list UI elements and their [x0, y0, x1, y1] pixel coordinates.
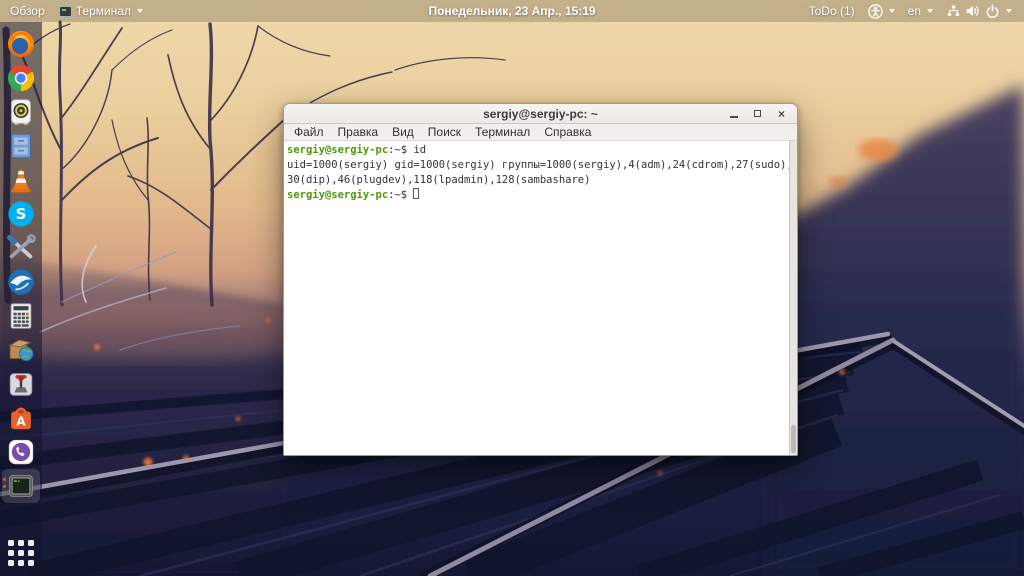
terminal-icon [9, 475, 33, 497]
dock-item-package-manager[interactable] [2, 333, 40, 367]
calculator-icon [10, 303, 32, 329]
clock[interactable]: Понедельник, 23 Апр., 15:19 [428, 0, 595, 22]
window-menubar: Файл Правка Вид Поиск Терминал Справка [284, 124, 797, 141]
dock-item-terminal[interactable] [2, 469, 40, 503]
terminal-content[interactable]: sergiy@sergiy-pc:~$ id uid=1000(sergiy) … [284, 141, 789, 455]
terminal-line: uid=1000(sergiy) gid=1000(sergiy) группы… [287, 159, 789, 171]
dock-item-files[interactable] [2, 129, 40, 163]
thunderbird-icon [8, 269, 34, 295]
menu-search[interactable]: Поиск [421, 125, 468, 139]
dock-item-vlc[interactable] [2, 163, 40, 197]
svg-text:A: A [16, 415, 26, 429]
terminal-window: sergiy@sergiy-pc: ~ × Файл Правка Вид По… [283, 103, 798, 456]
dock-item-controller-settings[interactable] [2, 367, 40, 401]
activities-button[interactable]: Обзор [10, 0, 45, 22]
text-cursor [413, 188, 420, 199]
terminal-line: 30(dip),46(plugdev),118(lpadmin),128(sam… [287, 174, 591, 186]
close-icon: × [777, 106, 785, 121]
terminal-line: sergiy@sergiy-pc:~$ [287, 188, 788, 203]
package-globe-icon [8, 339, 34, 361]
dock-item-viber[interactable] [2, 435, 40, 469]
maximize-icon [754, 110, 761, 117]
window-titlebar[interactable]: sergiy@sergiy-pc: ~ × [284, 104, 797, 124]
dock-item-thunderbird[interactable] [2, 265, 40, 299]
apps-grid-icon [8, 540, 34, 566]
scrollbar-thumb[interactable] [791, 425, 796, 453]
dock-item-skype[interactable]: S [2, 197, 40, 231]
chrome-icon [7, 64, 35, 92]
app-menu[interactable]: Терминал [58, 0, 143, 22]
dock: S A [0, 22, 42, 576]
chevron-down-icon [927, 9, 933, 13]
dock-item-chrome[interactable] [2, 61, 40, 95]
chevron-down-icon [1006, 9, 1012, 13]
todo-label: ToDo (1) [808, 4, 855, 18]
svg-text:S: S [16, 205, 27, 223]
menu-edit[interactable]: Правка [331, 125, 386, 139]
chevron-down-icon [136, 9, 143, 13]
terminal-scrollbar[interactable] [789, 141, 797, 455]
language-label: en [907, 4, 921, 18]
firefox-icon [7, 30, 35, 58]
volume-icon [966, 6, 979, 16]
software-bag-icon: A [11, 407, 31, 430]
backups-safe-icon [11, 99, 31, 125]
crossed-tools-icon [6, 234, 36, 259]
viber-icon [8, 439, 34, 465]
minimize-icon [729, 115, 738, 118]
accessibility-icon [867, 3, 883, 19]
activities-label: Обзор [10, 4, 45, 18]
dock-item-system-tools[interactable] [2, 231, 40, 265]
desktop: Обзор Терминал Понедельник, 23 Апр., 15:… [0, 0, 1024, 576]
menu-file[interactable]: Файл [287, 125, 331, 139]
menu-terminal[interactable]: Терминал [468, 125, 537, 139]
chevron-down-icon [888, 9, 895, 13]
minimize-button[interactable] [727, 107, 740, 120]
todo-indicator[interactable]: ToDo (1) [809, 0, 855, 22]
close-button[interactable]: × [775, 107, 788, 120]
power-icon [986, 3, 999, 18]
terminal-mini-icon [58, 5, 72, 17]
menu-view[interactable]: Вид [385, 125, 421, 139]
file-cabinet-icon [11, 133, 31, 159]
dock-item-firefox[interactable] [2, 27, 40, 61]
top-bar: Обзор Терминал Понедельник, 23 Апр., 15:… [0, 0, 1024, 22]
keyboard-layout-menu[interactable]: en [908, 0, 933, 22]
running-indicator-dots [3, 478, 6, 488]
show-applications-button[interactable] [2, 536, 40, 570]
menu-help[interactable]: Справка [537, 125, 598, 139]
clock-label: Понедельник, 23 Апр., 15:19 [428, 4, 596, 18]
window-title: sergiy@sergiy-pc: ~ [483, 106, 598, 121]
system-status-menu[interactable] [946, 0, 1012, 22]
dock-item-backups[interactable] [2, 95, 40, 129]
vlc-cone-icon [11, 167, 31, 193]
joystick-lever-icon [9, 373, 33, 396]
dock-item-calculator[interactable] [2, 299, 40, 333]
network-wired-icon [947, 5, 960, 16]
accessibility-menu[interactable] [867, 0, 895, 22]
dock-item-software-center[interactable]: A [2, 401, 40, 435]
skype-icon: S [8, 201, 34, 227]
maximize-button[interactable] [751, 107, 764, 120]
app-menu-label: Терминал [75, 4, 131, 18]
terminal-line: sergiy@sergiy-pc:~$ id [287, 144, 427, 156]
